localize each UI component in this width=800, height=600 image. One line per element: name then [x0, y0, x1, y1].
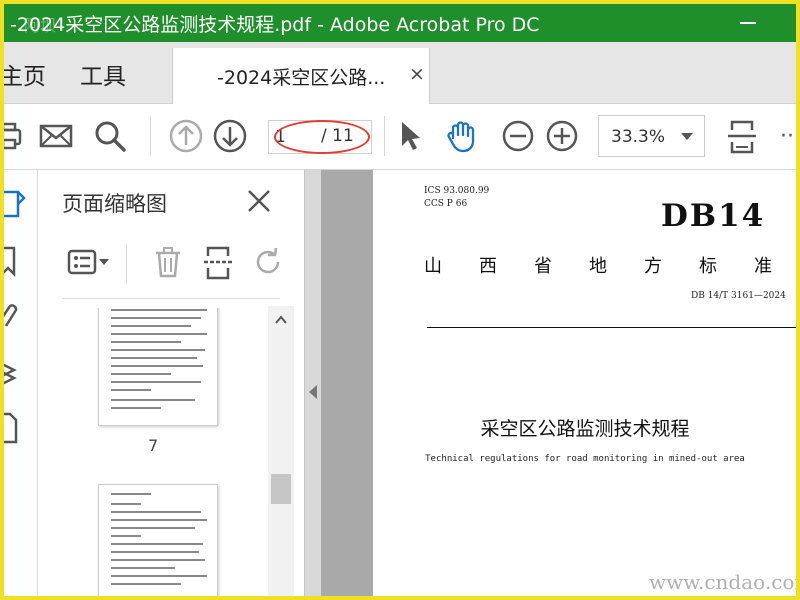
document-title-en: Technical regulations for road monitorin… — [425, 454, 745, 464]
hand-icon[interactable] — [444, 118, 480, 154]
select-arrow-icon[interactable] — [392, 118, 428, 154]
panel-toolbar — [38, 240, 304, 288]
ics-code: ICS 93.080.99 — [424, 186, 490, 196]
scrollbar-thumb[interactable] — [271, 474, 291, 504]
page-thumbnails-icon[interactable] — [4, 188, 34, 224]
thumbnail-list: 7 — [38, 308, 300, 596]
navigation-rail — [4, 170, 38, 596]
panel-title: 页面缩略图 — [62, 192, 167, 216]
pdf-page: ICS 93.080.99 CCS P 66 DB14 山西省地方标准 DB 1… — [373, 170, 796, 596]
window-title: -2024采空区公路监测技术规程.pdf - Adobe Acrobat Pro… — [10, 14, 540, 36]
document-view[interactable]: ICS 93.080.99 CCS P 66 DB14 山西省地方标准 DB 1… — [321, 170, 796, 596]
close-icon[interactable] — [244, 186, 274, 216]
prev-page-icon[interactable] — [168, 118, 204, 154]
tab-document[interactable]: -2024采空区公路... × — [172, 48, 430, 105]
zoom-out-icon[interactable] — [500, 118, 536, 154]
acrobat-window: -2024采空区公路监测技术规程.pdf - Adobe Acrobat Pro… — [4, 4, 796, 596]
total-pages: / 11 — [321, 126, 354, 146]
chevron-down-icon — [681, 133, 693, 140]
more-tools-icon[interactable]: ·· — [780, 124, 794, 149]
page-thumbnail[interactable] — [98, 308, 218, 426]
attachments-icon[interactable] — [4, 298, 34, 334]
email-icon[interactable] — [38, 118, 74, 154]
panel-splitter[interactable] — [304, 170, 321, 596]
collapse-panel-icon[interactable] — [309, 385, 317, 399]
panel-separator — [126, 244, 127, 284]
tab-tools[interactable]: 工具 — [80, 57, 126, 91]
print-icon[interactable] — [4, 118, 28, 154]
search-icon[interactable] — [92, 118, 128, 154]
standard-name: 山西省地方标准 — [424, 256, 796, 277]
toolbar: / 11 33.3% ·· — [4, 104, 796, 170]
toolbar-separator — [150, 116, 151, 156]
header-rule — [427, 327, 796, 328]
document-title-cn: 采空区公路监测技术规程 — [480, 418, 690, 440]
zoom-select[interactable]: 33.3% — [598, 115, 705, 157]
ccs-code: CCS P 66 — [424, 199, 468, 209]
rotate-icon[interactable] — [250, 244, 286, 280]
layers-icon[interactable] — [4, 356, 34, 392]
standard-number: DB 14/T 3161—2024 — [691, 291, 786, 301]
page-thumbnail[interactable] — [98, 484, 218, 596]
db-code: DB14 — [661, 198, 766, 234]
thumbnail-panel: 页面缩略图 7 — [38, 170, 304, 596]
tab-home[interactable]: 主页 — [4, 57, 46, 91]
page-number-box: / 11 — [268, 120, 372, 154]
minimize-icon[interactable] — [740, 22, 756, 24]
zoom-value: 33.3% — [611, 127, 666, 147]
thumbnail-page-number: 7 — [148, 436, 159, 455]
delete-icon[interactable] — [150, 244, 186, 280]
toolbar-separator — [384, 116, 385, 156]
watermark-top: 阿坝 — [24, 16, 57, 35]
zoom-in-icon[interactable] — [544, 118, 580, 154]
insert-page-icon[interactable] — [200, 244, 236, 280]
tab-bar: 主页 工具 -2024采空区公路... × — [4, 42, 796, 105]
fit-page-icon[interactable] — [724, 118, 760, 154]
thumbnail-scrollbar[interactable] — [268, 306, 294, 596]
current-page-input[interactable] — [275, 126, 313, 148]
next-page-icon[interactable] — [212, 118, 248, 154]
panel-divider — [62, 298, 280, 299]
options-menu-icon[interactable] — [66, 244, 114, 280]
tab-close-icon[interactable]: × — [409, 63, 425, 85]
document-icon[interactable] — [4, 410, 34, 446]
tab-document-label: -2024采空区公路... — [217, 67, 386, 89]
scroll-up-icon[interactable] — [273, 312, 289, 328]
bookmarks-icon[interactable] — [4, 244, 34, 280]
title-bar: -2024采空区公路监测技术规程.pdf - Adobe Acrobat Pro… — [4, 4, 796, 42]
watermark-bottom: www.cndao.com — [649, 570, 796, 594]
